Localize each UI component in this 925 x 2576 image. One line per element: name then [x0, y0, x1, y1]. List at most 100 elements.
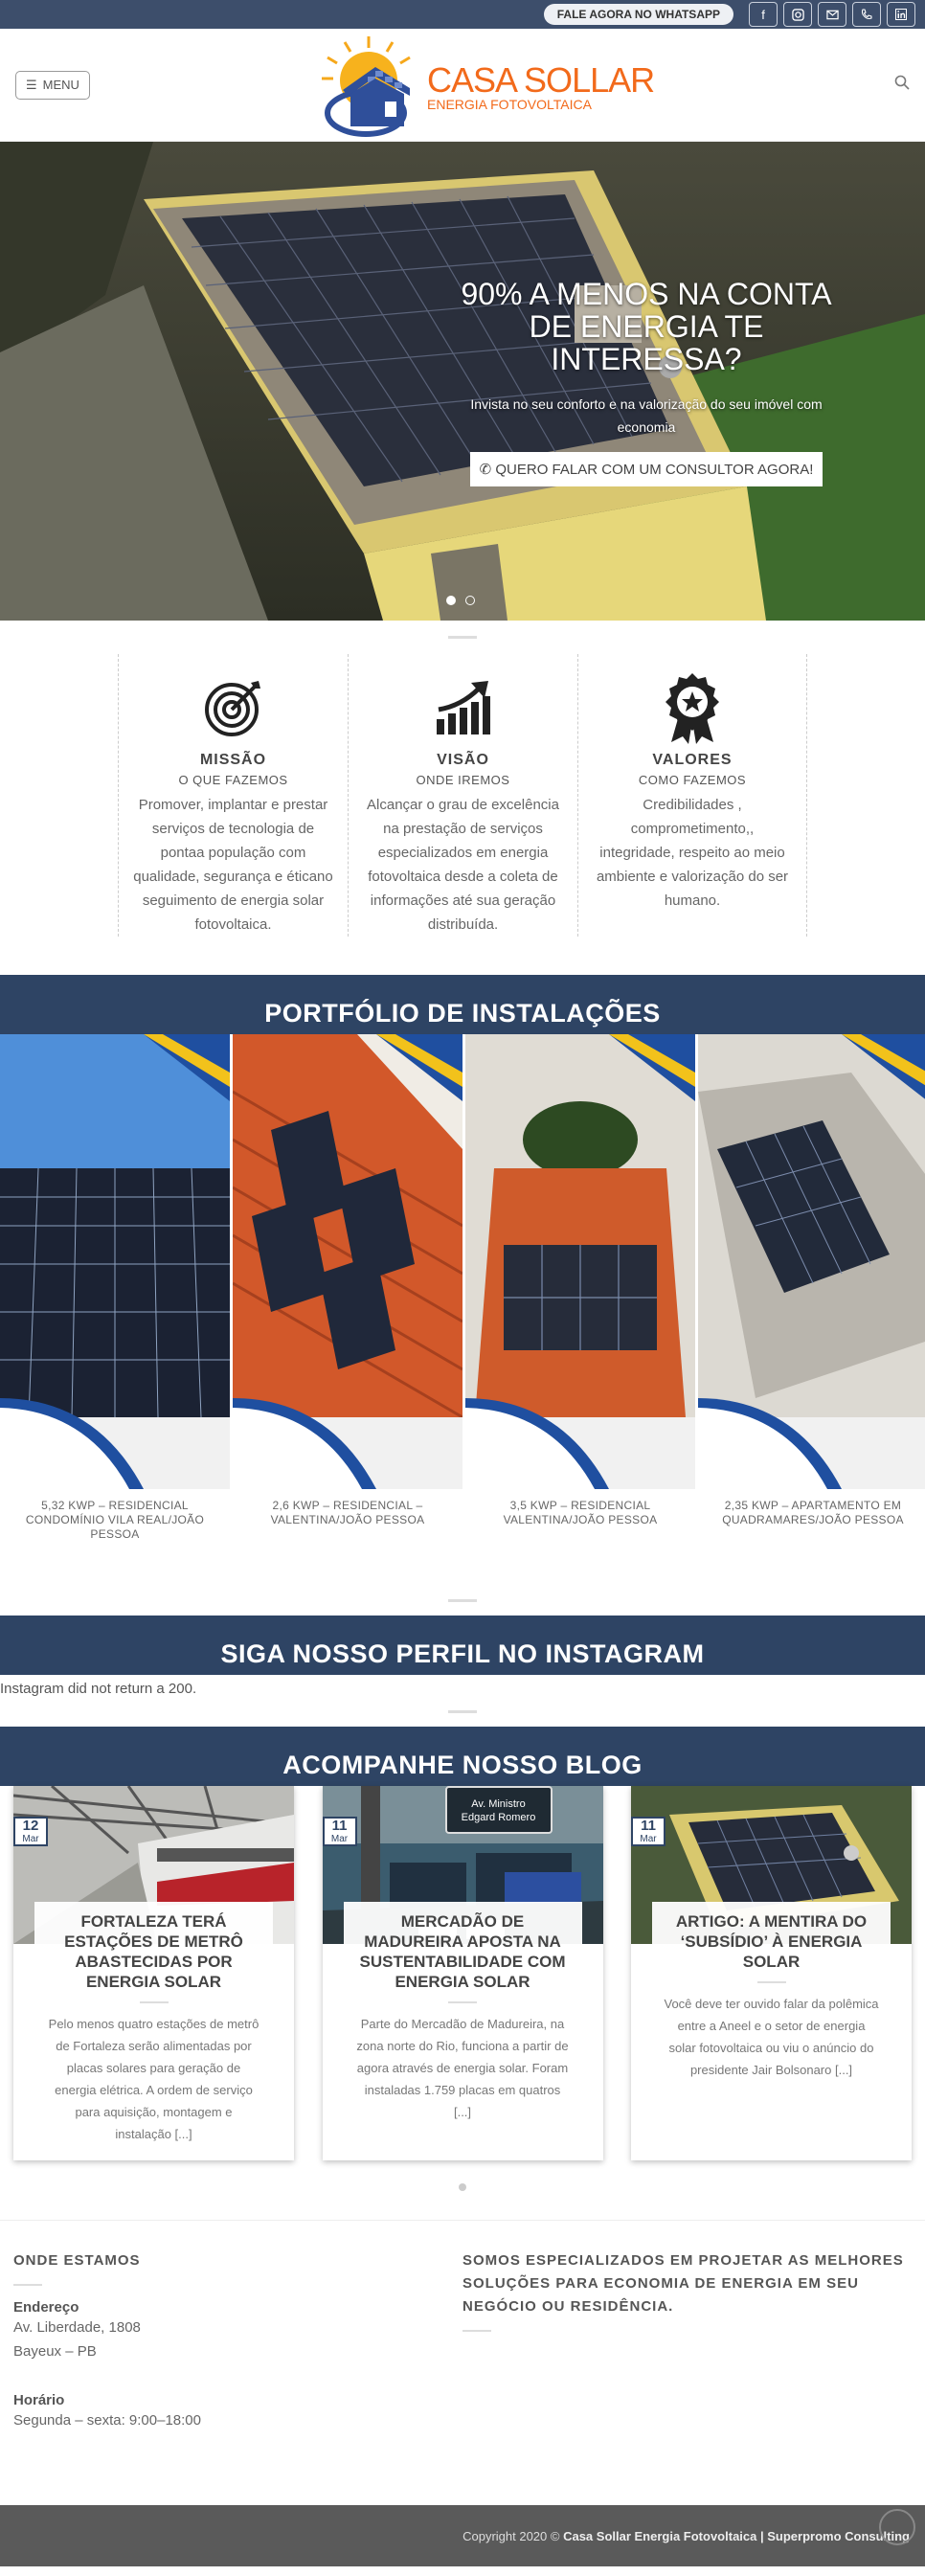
footer-tagline-text: SOMOS ESPECIALIZADOS EM PROJETAR AS MELH…	[462, 2252, 904, 2315]
logo-house-sun-icon	[322, 36, 411, 137]
post-excerpt: Parte do Mercadão de Madureira, na zona …	[356, 2017, 569, 2119]
facebook-icon[interactable]: f	[749, 2, 778, 27]
hours-label: Horário	[13, 2392, 65, 2408]
copyright-company[interactable]: Casa Sollar Energia Fotovoltaica | Super…	[563, 2529, 910, 2543]
instagram-error-message: Instagram did not return a 200.	[0, 1681, 197, 1697]
email-icon[interactable]	[818, 2, 846, 27]
hero-subtitle: Invista no seu conforto e na valorização…	[470, 396, 823, 435]
hamburger-icon: ☰	[26, 77, 37, 92]
post-month: Mar	[330, 1834, 349, 1844]
post-day: 11	[641, 1818, 656, 1834]
post-date: 12 Mar	[13, 1817, 48, 1846]
portfolio-image	[0, 1034, 230, 1489]
portfolio-caption: 2,6 KWP – RESIDENCIAL – VALENTINA/JOÃO P…	[270, 1499, 425, 1526]
menu-label: MENU	[42, 78, 79, 92]
post-title[interactable]: FORTALEZA TERÁ ESTAÇÕES DE METRÔ ABASTEC…	[34, 1902, 273, 1996]
phone-icon: ✆	[479, 462, 492, 478]
post-title[interactable]: MERCADÃO DE MADUREIRA APOSTA NA SUSTENTA…	[343, 1902, 582, 1996]
linkedin-icon[interactable]	[887, 2, 915, 27]
footer-tagline: SOMOS ESPECIALIZADOS EM PROJETAR AS MELH…	[462, 2249, 912, 2432]
post-divider	[139, 2001, 169, 2003]
post-title[interactable]: ARTIGO: A MENTIRA DO ‘SUBSÍDIO’ À ENERGI…	[652, 1902, 891, 1976]
feature-subtitle: COMO FAZEMOS	[638, 773, 747, 787]
post-day: 12	[22, 1818, 39, 1834]
portfolio-item[interactable]: 2,6 KWP – RESIDENCIAL – VALENTINA/JOÃO P…	[233, 1034, 462, 1551]
site-header: ☰ MENU CASA SOLLAR ENERGIA FOTOVOLTAICA	[0, 29, 925, 142]
post-date: 11 Mar	[322, 1817, 357, 1846]
hero-content: 90% A MENOS NA CONTA DE ENERGIA TE INTER…	[460, 278, 833, 486]
copyright-bar: Copyright 2020 © Casa Sollar Energia Fot…	[0, 2505, 925, 2566]
consultant-cta-button[interactable]: ✆ QUERO FALAR COM UM CONSULTOR AGORA!	[469, 452, 823, 486]
slider-dot-2[interactable]	[465, 596, 475, 605]
street-sign-line2: Edgard Romero	[461, 1812, 536, 1823]
feature-title: VISÃO	[437, 752, 489, 768]
footer: ONDE ESTAMOS Endereço Av. Liberdade, 180…	[0, 2220, 925, 2471]
feature-title: MISSÃO	[199, 752, 267, 768]
cta-label: QUERO FALAR COM UM CONSULTOR AGORA!	[495, 462, 814, 478]
feature-text: Alcançar o grau de excelência na prestaç…	[367, 797, 559, 933]
portfolio-caption: 5,32 KWP – RESIDENCIAL CONDOMÍNIO VILA R…	[25, 1499, 205, 1541]
logo-title: CASA SOLLAR	[427, 60, 655, 100]
feature-subtitle: O QUE FAZEMOS	[178, 773, 288, 787]
portfolio-gallery: 5,32 KWP – RESIDENCIAL CONDOMÍNIO VILA R…	[0, 1034, 925, 1551]
phone-icon[interactable]	[852, 2, 881, 27]
hours-text: Segunda – sexta: 9:00–18:00	[13, 2412, 201, 2429]
address-line1: Av. Liberdade, 1808	[13, 2319, 141, 2336]
back-to-top-button[interactable]	[879, 2509, 915, 2545]
blog-post-card[interactable]: Av. Ministro Edgard Romero 11 Mar MERCAD…	[322, 1786, 603, 2160]
blog-pager-dot[interactable]	[459, 2183, 466, 2191]
portfolio-image	[698, 1034, 925, 1489]
street-sign-line1: Av. Ministro	[471, 1798, 526, 1810]
growth-chart-icon	[362, 671, 564, 744]
footer-heading: ONDE ESTAMOS	[13, 2252, 141, 2269]
footer-location: ONDE ESTAMOS Endereço Av. Liberdade, 180…	[13, 2249, 462, 2432]
portfolio-caption: 3,5 KWP – RESIDENCIAL VALENTINA/JOÃO PES…	[503, 1499, 658, 1526]
portfolio-heading: PORTFÓLIO DE INSTALAÇÕES	[0, 975, 925, 1034]
award-badge-icon	[592, 671, 793, 744]
feature-vision: VISÃO ONDE IREMOS Alcançar o grau de exc…	[348, 654, 577, 937]
top-bar: FALE AGORA NO WHATSAPP f	[0, 0, 925, 29]
instagram-heading: SIGA NOSSO PERFIL NO INSTAGRAM	[0, 1616, 925, 1675]
feature-mission: MISSÃO O QUE FAZEMOS Promover, implantar…	[118, 654, 348, 937]
blog-post-card[interactable]: 12 Mar FORTALEZA TERÁ ESTAÇÕES DE METRÔ …	[13, 1786, 294, 2160]
blog-post-card[interactable]: 11 Mar ARTIGO: A MENTIRA DO ‘SUBSÍDIO’ À…	[631, 1786, 912, 2160]
menu-button[interactable]: ☰ MENU	[15, 70, 90, 100]
search-icon[interactable]	[894, 75, 910, 95]
portfolio-item[interactable]: 2,35 KWP – APARTAMENTO EM QUADRAMARES/JO…	[698, 1034, 925, 1551]
post-month: Mar	[22, 1834, 39, 1844]
post-date: 11 Mar	[631, 1817, 666, 1846]
portfolio-image	[233, 1034, 462, 1489]
feature-title: VALORES	[652, 752, 733, 768]
copyright-prefix: Copyright 2020 ©	[462, 2528, 560, 2543]
feature-text: Credibilidades , comprometimento,, integ…	[596, 797, 789, 909]
feature-values: VALORES COMO FAZEMOS Credibilidades , co…	[577, 654, 807, 937]
address-line2: Bayeux – PB	[13, 2343, 97, 2360]
footer-divider	[462, 2330, 491, 2332]
post-excerpt: Você deve ter ouvido falar da polêmica e…	[664, 1997, 879, 2077]
slider-dots	[446, 596, 475, 605]
post-day: 11	[331, 1818, 348, 1834]
portfolio-item[interactable]: 3,5 KWP – RESIDENCIAL VALENTINA/JOÃO PES…	[465, 1034, 695, 1551]
logo[interactable]: CASA SOLLAR ENERGIA FOTOVOLTAICA	[316, 34, 655, 138]
footer-divider	[13, 2284, 42, 2286]
portfolio-image	[465, 1034, 695, 1489]
blog-heading: ACOMPANHE NOSSO BLOG	[0, 1727, 925, 1786]
features-section: MISSÃO O QUE FAZEMOS Promover, implantar…	[0, 639, 925, 965]
whatsapp-button[interactable]: FALE AGORA NO WHATSAPP	[543, 4, 733, 25]
blog-posts: 12 Mar FORTALEZA TERÁ ESTAÇÕES DE METRÔ …	[0, 1786, 925, 2160]
post-excerpt: Pelo menos quatro estações de metrô de F…	[48, 2017, 259, 2141]
post-divider	[756, 1981, 786, 1983]
instagram-icon[interactable]	[783, 2, 812, 27]
target-icon	[132, 671, 334, 744]
portfolio-item[interactable]: 5,32 KWP – RESIDENCIAL CONDOMÍNIO VILA R…	[0, 1034, 230, 1551]
post-divider	[448, 2001, 477, 2003]
hero-slider[interactable]: 90% A MENOS NA CONTA DE ENERGIA TE INTER…	[0, 142, 925, 621]
feature-text: Promover, implantar e prestar serviços d…	[133, 797, 333, 933]
post-month: Mar	[640, 1834, 657, 1844]
address-label: Endereço	[13, 2299, 79, 2316]
hero-title: 90% A MENOS NA CONTA DE ENERGIA TE INTER…	[461, 277, 832, 376]
portfolio-caption: 2,35 KWP – APARTAMENTO EM QUADRAMARES/JO…	[722, 1499, 904, 1526]
slider-dot-1[interactable]	[446, 596, 456, 605]
street-sign: Av. Ministro Edgard Romero	[444, 1786, 553, 1834]
feature-subtitle: ONDE IREMOS	[416, 773, 510, 787]
